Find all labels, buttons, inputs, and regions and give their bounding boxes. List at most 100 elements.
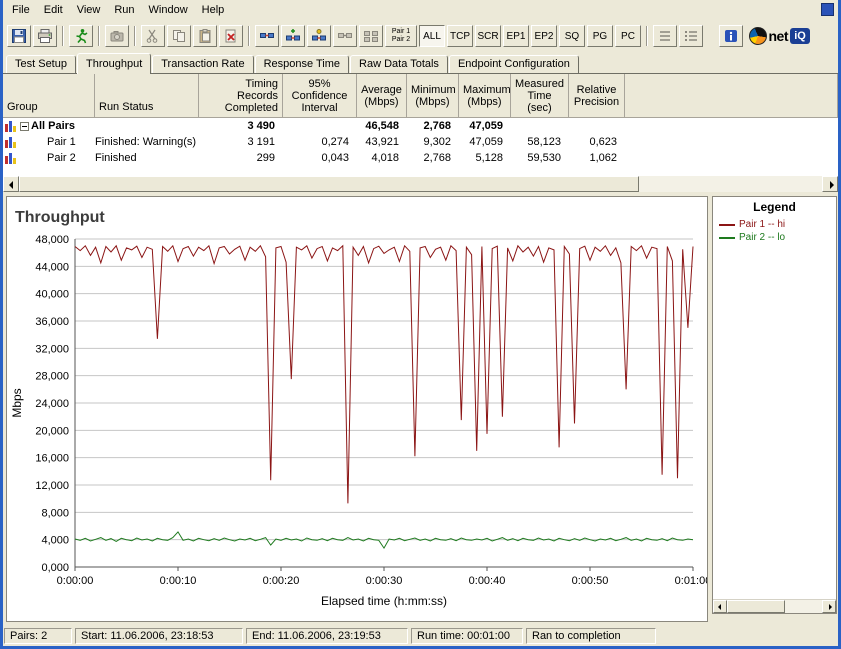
ep2-filter-button[interactable]: EP2: [531, 25, 557, 47]
clipboard-icon: [197, 28, 213, 44]
edit-pair-button[interactable]: [333, 25, 357, 47]
legend-panel: Legend Pair 1 -- hi Pair 2 -- lo: [712, 196, 837, 614]
status-start-time: Start: 11.06.2006, 23:18:53: [75, 628, 243, 644]
camera-icon: [109, 28, 125, 44]
svg-text:48,000: 48,000: [35, 234, 69, 246]
sq-filter-button[interactable]: SQ: [559, 25, 585, 47]
list-view-button[interactable]: [679, 25, 703, 47]
add-pair-button[interactable]: [255, 25, 279, 47]
svg-text:28,000: 28,000: [35, 371, 69, 383]
svg-text:8,000: 8,000: [41, 507, 69, 519]
svg-text:44,000: 44,000: [35, 261, 69, 273]
netiq-logo-net: net: [769, 28, 789, 44]
toolbar-separator: [134, 26, 136, 46]
menu-file[interactable]: File: [5, 2, 37, 18]
col-run-status[interactable]: Run Status: [95, 74, 199, 117]
floppy-icon: [11, 28, 27, 44]
pair1-label: Pair 1: [392, 28, 410, 36]
tab-test-setup[interactable]: Test Setup: [6, 55, 76, 73]
col-average[interactable]: Average(Mbps): [357, 74, 407, 117]
scissors-icon: [145, 28, 161, 44]
tcp-filter-button[interactable]: TCP: [447, 25, 473, 47]
svg-text:16,000: 16,000: [35, 453, 69, 465]
pg-filter-button[interactable]: PG: [587, 25, 613, 47]
svg-text:36,000: 36,000: [35, 316, 69, 328]
col-confidence[interactable]: 95% ConfidenceInterval: [283, 74, 357, 117]
tab-throughput[interactable]: Throughput: [77, 53, 151, 74]
svg-text:0:00:00: 0:00:00: [57, 575, 94, 587]
menu-edit[interactable]: Edit: [37, 2, 70, 18]
scr-filter-button[interactable]: SCR: [475, 25, 501, 47]
svg-text:Mbps: Mbps: [10, 388, 24, 417]
details-view-button[interactable]: [653, 25, 677, 47]
legend-title: Legend: [713, 197, 836, 218]
pair-chart-icon: [5, 152, 18, 164]
list-bullets-icon: [683, 28, 699, 44]
help-button[interactable]: [719, 25, 743, 47]
replicate-pair-button[interactable]: [359, 25, 383, 47]
tab-transaction-rate[interactable]: Transaction Rate: [152, 55, 253, 73]
copy-button[interactable]: [167, 25, 191, 47]
legend-label-pair1: Pair 1 -- hi: [739, 219, 785, 230]
print-button[interactable]: [33, 25, 57, 47]
add-group-button[interactable]: [281, 25, 305, 47]
col-measured-time[interactable]: MeasuredTime (sec): [511, 74, 569, 117]
col-group[interactable]: Group: [3, 74, 95, 117]
status-run-time: Run time: 00:01:00: [411, 628, 523, 644]
tab-response-time[interactable]: Response Time: [255, 55, 349, 73]
running-man-icon: [73, 28, 89, 44]
scroll-right-button[interactable]: [822, 176, 838, 192]
netiq-logo-iq: iQ: [790, 28, 810, 44]
status-pairs: Pairs: 2: [4, 628, 72, 644]
svg-text:Elapsed time (h:mm:ss): Elapsed time (h:mm:ss): [321, 594, 447, 608]
toolbar-separator: [646, 26, 648, 46]
table-row-all-pairs[interactable]: All Pairs 3 490 46,548 2,768 47,059: [3, 118, 838, 134]
swap-endpoints-button[interactable]: Pair 1 Pair 2: [385, 25, 417, 47]
legend-horizontal-scrollbar[interactable]: [713, 599, 836, 613]
all-filter-button[interactable]: ALL: [419, 25, 445, 47]
col-minimum[interactable]: Minimum(Mbps): [407, 74, 459, 117]
svg-text:32,000: 32,000: [35, 343, 69, 355]
delete-button[interactable]: [219, 25, 243, 47]
results-table: Group Run Status Timing RecordsCompleted…: [3, 73, 838, 192]
right-arrow-icon: [829, 604, 832, 610]
legend-entry-pair1: Pair 1 -- hi: [713, 218, 836, 231]
scrollbar-thumb[interactable]: [727, 600, 785, 613]
collapse-icon[interactable]: [20, 122, 29, 131]
scroll-left-button[interactable]: [713, 600, 727, 613]
scrollbar-thumb[interactable]: [19, 176, 639, 192]
menu-view[interactable]: View: [70, 2, 108, 18]
menu-window[interactable]: Window: [142, 2, 195, 18]
tab-raw-data-totals[interactable]: Raw Data Totals: [350, 55, 448, 73]
table-row-pair2[interactable]: Pair 2 Finished 299 0,043 4,018 2,768 5,…: [3, 150, 838, 166]
endpoint-pair-dot-icon: [311, 28, 327, 44]
cut-button[interactable]: [141, 25, 165, 47]
scroll-left-button[interactable]: [3, 176, 19, 192]
menu-help[interactable]: Help: [195, 2, 232, 18]
ep1-filter-button[interactable]: EP1: [503, 25, 529, 47]
table-horizontal-scrollbar[interactable]: [3, 176, 838, 192]
add-voip-pair-button[interactable]: [307, 25, 331, 47]
printer-icon: [37, 28, 53, 44]
status-completion: Ran to completion: [526, 628, 656, 644]
info-icon: [723, 28, 739, 44]
toolbar: Pair 1 Pair 2 ALL TCP SCR EP1 EP2 SQ PG …: [3, 20, 838, 52]
col-maximum[interactable]: Maximum(Mbps): [459, 74, 511, 117]
paste-button[interactable]: [193, 25, 217, 47]
col-relative-precision[interactable]: RelativePrecision: [569, 74, 625, 117]
save-button[interactable]: [7, 25, 31, 47]
svg-text:24,000: 24,000: [35, 398, 69, 410]
pair2-label: Pair 2: [392, 36, 410, 44]
run-test-button[interactable]: [69, 25, 93, 47]
col-timing-records[interactable]: Timing RecordsCompleted: [199, 74, 283, 117]
svg-text:20,000: 20,000: [35, 425, 69, 437]
table-row-pair1[interactable]: Pair 1 Finished: Warning(s) 3 191 0,274 …: [3, 134, 838, 150]
left-arrow-icon: [9, 181, 13, 189]
svg-text:0:00:30: 0:00:30: [366, 575, 403, 587]
table-header: Group Run Status Timing RecordsCompleted…: [3, 74, 838, 118]
menu-run[interactable]: Run: [107, 2, 141, 18]
scroll-right-button[interactable]: [822, 600, 836, 613]
pc-filter-button[interactable]: PC: [615, 25, 641, 47]
stop-run-button[interactable]: [105, 25, 129, 47]
tab-endpoint-configuration[interactable]: Endpoint Configuration: [449, 55, 579, 73]
